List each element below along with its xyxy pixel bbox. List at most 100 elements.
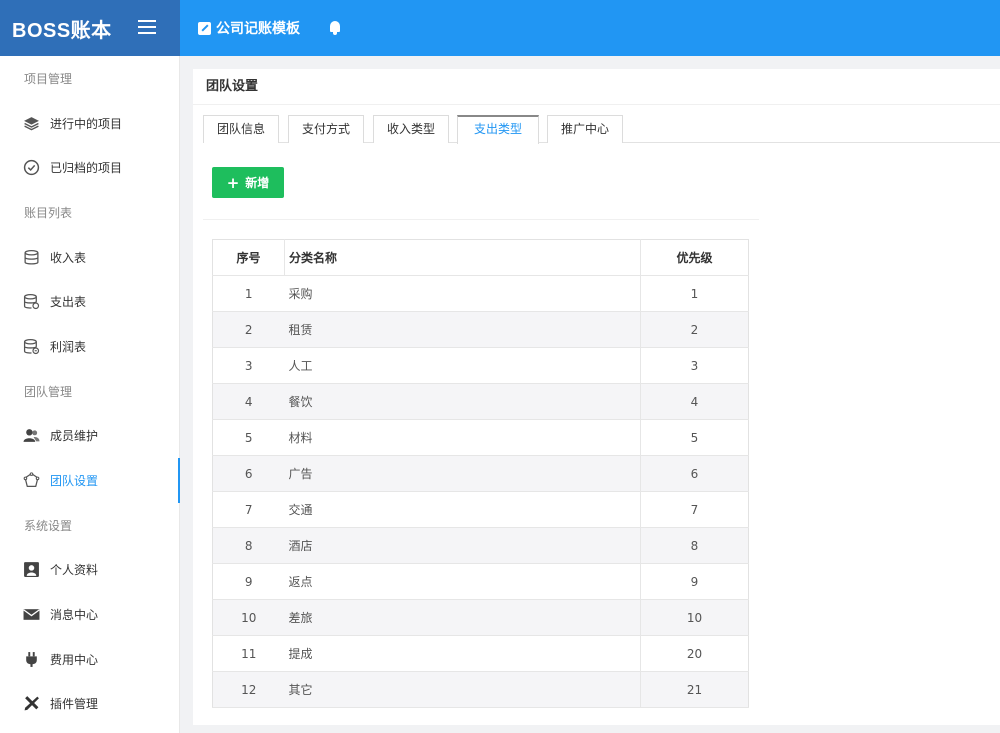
users-icon — [22, 427, 40, 445]
sidebar-section-team: 团队管理 — [24, 384, 73, 399]
sidebar-item-label: 消息中心 — [50, 608, 99, 623]
cell-name: 其它 — [284, 671, 641, 708]
cell-priority: 4 — [640, 383, 749, 420]
tab-payment-methods[interactable]: 支付方式 — [288, 115, 364, 143]
cell-name: 租赁 — [284, 311, 641, 348]
cell-name: 餐饮 — [284, 383, 641, 420]
sidebar-item-label: 插件管理 — [50, 697, 99, 712]
cell-no: 6 — [212, 455, 285, 492]
sidebar-item-income[interactable]: 收入表 — [0, 235, 179, 280]
cell-priority: 9 — [640, 563, 749, 600]
cell-priority: 21 — [640, 671, 749, 708]
cell-name: 返点 — [284, 563, 641, 600]
sidebar-item-messages[interactable]: 消息中心 — [0, 592, 179, 637]
cell-priority: 7 — [640, 491, 749, 528]
table-header-row: 序号 分类名称 优先级 — [212, 239, 749, 276]
cell-name: 酒店 — [284, 527, 641, 564]
sidebar-section-system: 系统设置 — [24, 518, 73, 533]
cell-no: 12 — [212, 671, 285, 708]
page-title: 团队设置 — [193, 69, 1000, 105]
sidebar-item-label: 个人资料 — [50, 563, 99, 578]
cell-priority: 10 — [640, 599, 749, 636]
cell-priority: 2 — [640, 311, 749, 348]
cell-name: 差旅 — [284, 599, 641, 636]
table-row[interactable]: 5 材料 5 — [212, 419, 749, 456]
table-row[interactable]: 10 差旅 10 — [212, 599, 749, 636]
tab-promotion-center[interactable]: 推广中心 — [547, 115, 623, 143]
plug-icon — [22, 650, 40, 668]
sidebar-item-active-projects[interactable]: 进行中的项目 — [0, 101, 179, 146]
tab-bar: 团队信息 支付方式 收入类型 支出类型 推广中心 — [203, 115, 1000, 144]
sidebar-item-profit[interactable]: 利润表 — [0, 324, 179, 369]
hamburger-menu-icon[interactable] — [138, 20, 156, 34]
tab-income-types[interactable]: 收入类型 — [373, 115, 449, 143]
sidebar-item-label: 支出表 — [50, 295, 87, 310]
table-row[interactable]: 2 租赁 2 — [212, 311, 749, 348]
table-row[interactable]: 8 酒店 8 — [212, 527, 749, 564]
table-row[interactable]: 6 广告 6 — [212, 455, 749, 492]
sidebar-item-billing[interactable]: 费用中心 — [0, 637, 179, 682]
table-row[interactable]: 9 返点 9 — [212, 563, 749, 600]
sidebar-item-plugins[interactable]: 插件管理 — [0, 682, 179, 727]
plus-icon: + — [226, 173, 240, 192]
database-icon — [22, 248, 40, 266]
sidebar-item-archived-projects[interactable]: 已归档的项目 — [0, 145, 179, 190]
cell-no: 10 — [212, 599, 285, 636]
sidebar: 项目管理 进行中的项目 已归档的项目 账目列表 收入表 支出表 利润表 团队管理… — [0, 56, 180, 733]
sidebar-item-team-settings[interactable]: 团队设置 — [0, 458, 180, 503]
layers-icon — [22, 114, 40, 132]
table-row[interactable]: 11 提成 20 — [212, 635, 749, 672]
table-row[interactable]: 12 其它 21 — [212, 671, 749, 708]
cell-no: 3 — [212, 347, 285, 384]
tab-team-info[interactable]: 团队信息 — [203, 115, 279, 143]
sidebar-item-label: 成员维护 — [50, 429, 99, 444]
template-label: 公司记账模板 — [216, 21, 300, 37]
cell-name: 提成 — [284, 635, 641, 672]
column-header-name[interactable]: 分类名称 — [284, 239, 641, 276]
sidebar-item-expense[interactable]: 支出表 — [0, 279, 179, 324]
cell-priority: 3 — [640, 347, 749, 384]
expense-type-table: 序号 分类名称 优先级 1 采购 1 2 租赁 2 3 人工 3 4 餐饮 4 5 材料 5 6 广告… — [212, 239, 749, 708]
sidebar-item-label: 利润表 — [50, 339, 87, 354]
template-link[interactable]: 公司记账模板 — [198, 18, 300, 38]
cell-no: 11 — [212, 635, 285, 672]
cell-no: 9 — [212, 563, 285, 600]
add-button-label: 新增 — [245, 176, 270, 190]
cell-priority: 1 — [640, 275, 749, 312]
edit-icon — [198, 21, 211, 35]
bell-icon[interactable] — [328, 20, 342, 36]
column-header-priority[interactable]: 优先级 — [640, 239, 749, 276]
sidebar-item-members[interactable]: 成员维护 — [0, 414, 179, 459]
cell-no: 2 — [212, 311, 285, 348]
sidebar-section-accounts: 账目列表 — [24, 205, 73, 220]
cell-name: 材料 — [284, 419, 641, 456]
column-header-no[interactable]: 序号 — [212, 239, 285, 276]
sidebar-item-label: 费用中心 — [50, 652, 99, 667]
sidebar-item-profile[interactable]: 个人资料 — [0, 548, 179, 593]
cell-no: 1 — [212, 275, 285, 312]
tab-expense-types[interactable]: 支出类型 — [457, 115, 539, 144]
cell-name: 人工 — [284, 347, 641, 384]
envelope-icon — [22, 606, 40, 624]
check-circle-icon — [22, 159, 40, 177]
table-row[interactable]: 4 餐饮 4 — [212, 383, 749, 420]
table-row[interactable]: 1 采购 1 — [212, 275, 749, 312]
cell-no: 4 — [212, 383, 285, 420]
database-out-icon — [22, 293, 40, 311]
team-settings-icon — [22, 472, 40, 490]
add-button[interactable]: + 新增 — [212, 167, 284, 198]
cell-no: 7 — [212, 491, 285, 528]
team-settings-card: 团队设置 团队信息 支付方式 收入类型 支出类型 推广中心 + 新增 序号 分类… — [193, 69, 1000, 725]
cell-name: 广告 — [284, 455, 641, 492]
sidebar-section-projects: 项目管理 — [24, 71, 73, 86]
cell-no: 5 — [212, 419, 285, 456]
sidebar-item-label: 进行中的项目 — [50, 116, 123, 131]
cell-priority: 8 — [640, 527, 749, 564]
sidebar-item-label: 收入表 — [50, 250, 87, 265]
table-row[interactable]: 3 人工 3 — [212, 347, 749, 384]
divider — [203, 219, 759, 220]
brand-title: BOSS账本 — [12, 19, 112, 42]
profile-icon — [22, 561, 40, 579]
cell-name: 交通 — [284, 491, 641, 528]
table-row[interactable]: 7 交通 7 — [212, 491, 749, 528]
